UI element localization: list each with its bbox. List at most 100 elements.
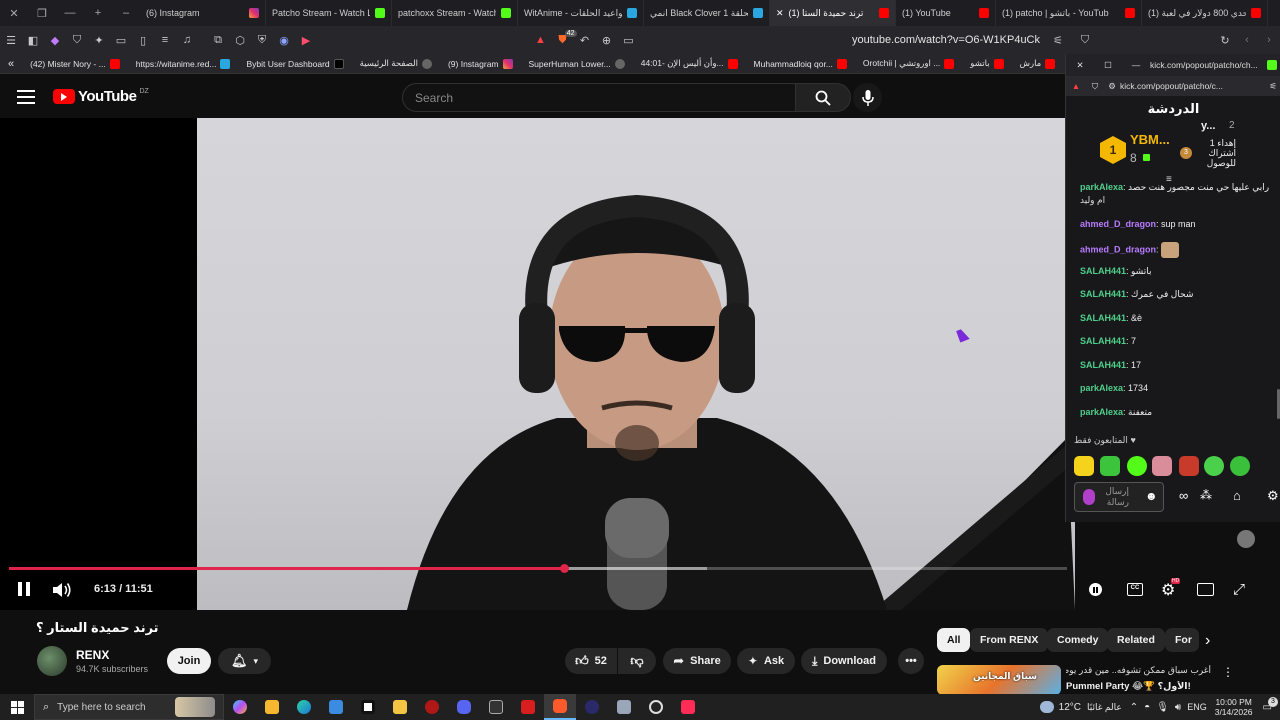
- close-window-icon[interactable]: ✕: [1066, 60, 1094, 71]
- weather-temp[interactable]: 12°C: [1059, 702, 1081, 713]
- browser-tab[interactable]: patchoxx Stream - Watch: [392, 0, 518, 26]
- chat-username[interactable]: parkAlexa: [1080, 182, 1123, 192]
- theater-mode-button[interactable]: [1197, 583, 1214, 596]
- browser-logo-icon[interactable]: ◉: [274, 30, 294, 50]
- suggested-video-subtitle[interactable]: Pummel Party 😂🏆 الأول؟!: [1066, 681, 1211, 692]
- hamburger-menu-icon[interactable]: ☰: [1, 30, 21, 50]
- game-app-icon[interactable]: [416, 694, 448, 720]
- emote-cat-icon[interactable]: [1074, 456, 1094, 476]
- bookmarks-overflow-icon[interactable]: «: [0, 58, 22, 70]
- tune-icon[interactable]: ⚟: [1048, 30, 1068, 50]
- maximize-window-icon[interactable]: ☐: [1094, 60, 1122, 71]
- edge-icon[interactable]: [288, 694, 320, 720]
- bookmark-item[interactable]: Bybit User Dashboard: [238, 58, 351, 69]
- volume-button[interactable]: [52, 582, 72, 598]
- store-icon[interactable]: ⌂: [1233, 488, 1241, 503]
- taskbar-search[interactable]: ⌕ Type here to search: [34, 694, 224, 720]
- browser-tab[interactable]: (6) Instagram: [140, 0, 266, 26]
- filter-chip[interactable]: Related: [1107, 628, 1165, 652]
- chat-username[interactable]: parkAlexa: [1080, 383, 1123, 393]
- wand-icon[interactable]: ✦: [89, 30, 109, 50]
- close-tab-icon[interactable]: ✕: [776, 8, 784, 19]
- like-button[interactable]: 👍︎ 52: [565, 648, 617, 674]
- emoji-icon[interactable]: ☻: [1145, 489, 1158, 503]
- chat-username[interactable]: SALAH441: [1080, 313, 1126, 323]
- emote-frog-icon[interactable]: [1230, 456, 1250, 476]
- bookmark-list-icon[interactable]: ≡: [155, 30, 175, 50]
- zoom-icon[interactable]: ⊕: [597, 30, 617, 50]
- minimize-icon[interactable]: —: [56, 7, 84, 19]
- language-indicator[interactable]: ENG: [1187, 702, 1207, 712]
- bookmark-item[interactable]: 44:01- وأن أليس الإن...: [633, 58, 746, 69]
- chat-username[interactable]: SALAH441: [1080, 360, 1126, 370]
- emote-hat-icon[interactable]: [1100, 456, 1120, 476]
- music-icon[interactable]: ♫: [177, 30, 197, 50]
- suggested-video-thumbnail[interactable]: سباق المجانين: [937, 665, 1061, 695]
- voice-search-button[interactable]: [853, 83, 882, 112]
- browser-tab[interactable]: انمي Black Clover الحلقة 1: [644, 0, 770, 26]
- browser-tab[interactable]: WitAnime - مواعيد الحلقات: [518, 0, 644, 26]
- autoplay-toggle[interactable]: [1089, 583, 1102, 596]
- subscribed-notification-button[interactable]: 🔔︎ ▾: [218, 648, 271, 674]
- channel-name[interactable]: RENX: [76, 648, 109, 662]
- shield-icon[interactable]: ⛉: [67, 30, 87, 50]
- extensions-icon[interactable]: ⬡: [230, 30, 250, 50]
- clock[interactable]: 10:00 PM 3/14/2026: [1215, 697, 1253, 717]
- channel-avatar[interactable]: [37, 646, 67, 676]
- screenshot-icon[interactable]: ⧉: [208, 30, 228, 50]
- filter-chip[interactable]: All: [937, 628, 971, 652]
- back-icon[interactable]: ‹: [1237, 30, 1257, 50]
- chat-username[interactable]: parkAlexa: [1080, 407, 1123, 417]
- warning-icon[interactable]: ▲: [531, 30, 551, 50]
- emote-pig-icon[interactable]: [1152, 456, 1172, 476]
- bookmark-icon[interactable]: ⛉: [1075, 30, 1095, 50]
- sparkle-icon[interactable]: ◆: [45, 30, 65, 50]
- epic-games-icon[interactable]: [480, 694, 512, 720]
- gift-subscription-text[interactable]: إهداء 1 اشتراك للوصول: [1196, 138, 1236, 168]
- mail-icon[interactable]: [320, 694, 352, 720]
- menu-icon[interactable]: [17, 90, 35, 104]
- forward-icon[interactable]: ›: [1259, 30, 1279, 50]
- settings-button[interactable]: ⚙ HD: [1161, 578, 1181, 600]
- tune-icon[interactable]: ⚟: [1265, 81, 1280, 92]
- tray-overflow-icon[interactable]: ⌃: [1130, 702, 1138, 713]
- browser-tab[interactable]: (1) تحدي 800 دولار في لعبة: [1142, 0, 1268, 26]
- leaderboard-second-name[interactable]: y...: [1201, 120, 1215, 132]
- search-input[interactable]: Search: [402, 83, 796, 112]
- game-launcher-icon[interactable]: [576, 694, 608, 720]
- bookmark-item[interactable]: Orotchii | اوروتشي ...: [855, 58, 962, 69]
- panel-icon[interactable]: ▯: [133, 30, 153, 50]
- mic-tray-icon[interactable]: 🎙︎: [1156, 702, 1169, 713]
- speaker-icon[interactable]: 🔊︎: [1175, 702, 1181, 713]
- bookmark-item[interactable]: https://witanime.red...: [128, 58, 239, 69]
- obs-icon[interactable]: [640, 694, 672, 720]
- play-extension-icon[interactable]: ▶: [296, 30, 316, 50]
- vpn-icon[interactable]: ⛨: [252, 30, 272, 50]
- browser-tab[interactable]: (1) YouTube: [896, 0, 996, 26]
- suggested-more-button[interactable]: ⋮: [1222, 665, 1234, 679]
- restore-icon[interactable]: ❐: [28, 7, 56, 20]
- user-avatar[interactable]: [1237, 530, 1255, 548]
- chat-username[interactable]: ahmed_D_dragon: [1080, 219, 1156, 229]
- bookmark-item[interactable]: الصفحة الرئيسية: [352, 58, 440, 69]
- site-info-icon[interactable]: ⚙: [1104, 81, 1120, 92]
- infinity-icon[interactable]: ∞: [1179, 488, 1188, 503]
- filter-chip[interactable]: From RENX: [970, 628, 1049, 652]
- youtube-logo[interactable]: YouTube DZ: [53, 88, 149, 105]
- download-button[interactable]: ⤓ Download: [801, 648, 887, 674]
- media-app-icon[interactable]: [608, 694, 640, 720]
- start-button[interactable]: [0, 694, 34, 720]
- brave-taskbar-icon[interactable]: [544, 694, 576, 720]
- back-arrow-icon[interactable]: ↶: [575, 30, 595, 50]
- leaderboard-top-name[interactable]: YBM...: [1130, 132, 1170, 147]
- notification-button[interactable]: ▭ 3: [1263, 696, 1278, 713]
- browser-tab[interactable]: Patcho Stream - Watch Li: [266, 0, 392, 26]
- bookmark-item[interactable]: مارش: [1012, 58, 1064, 69]
- chat-username[interactable]: SALAH441: [1080, 289, 1126, 299]
- captions-button[interactable]: CC: [1127, 583, 1143, 596]
- chips-next-button[interactable]: ›: [1205, 632, 1210, 650]
- reload-icon[interactable]: ↻: [1215, 30, 1235, 50]
- search-button[interactable]: [795, 83, 851, 112]
- chat-username[interactable]: SALAH441: [1080, 336, 1126, 346]
- sidebar-icon[interactable]: ◧: [23, 30, 43, 50]
